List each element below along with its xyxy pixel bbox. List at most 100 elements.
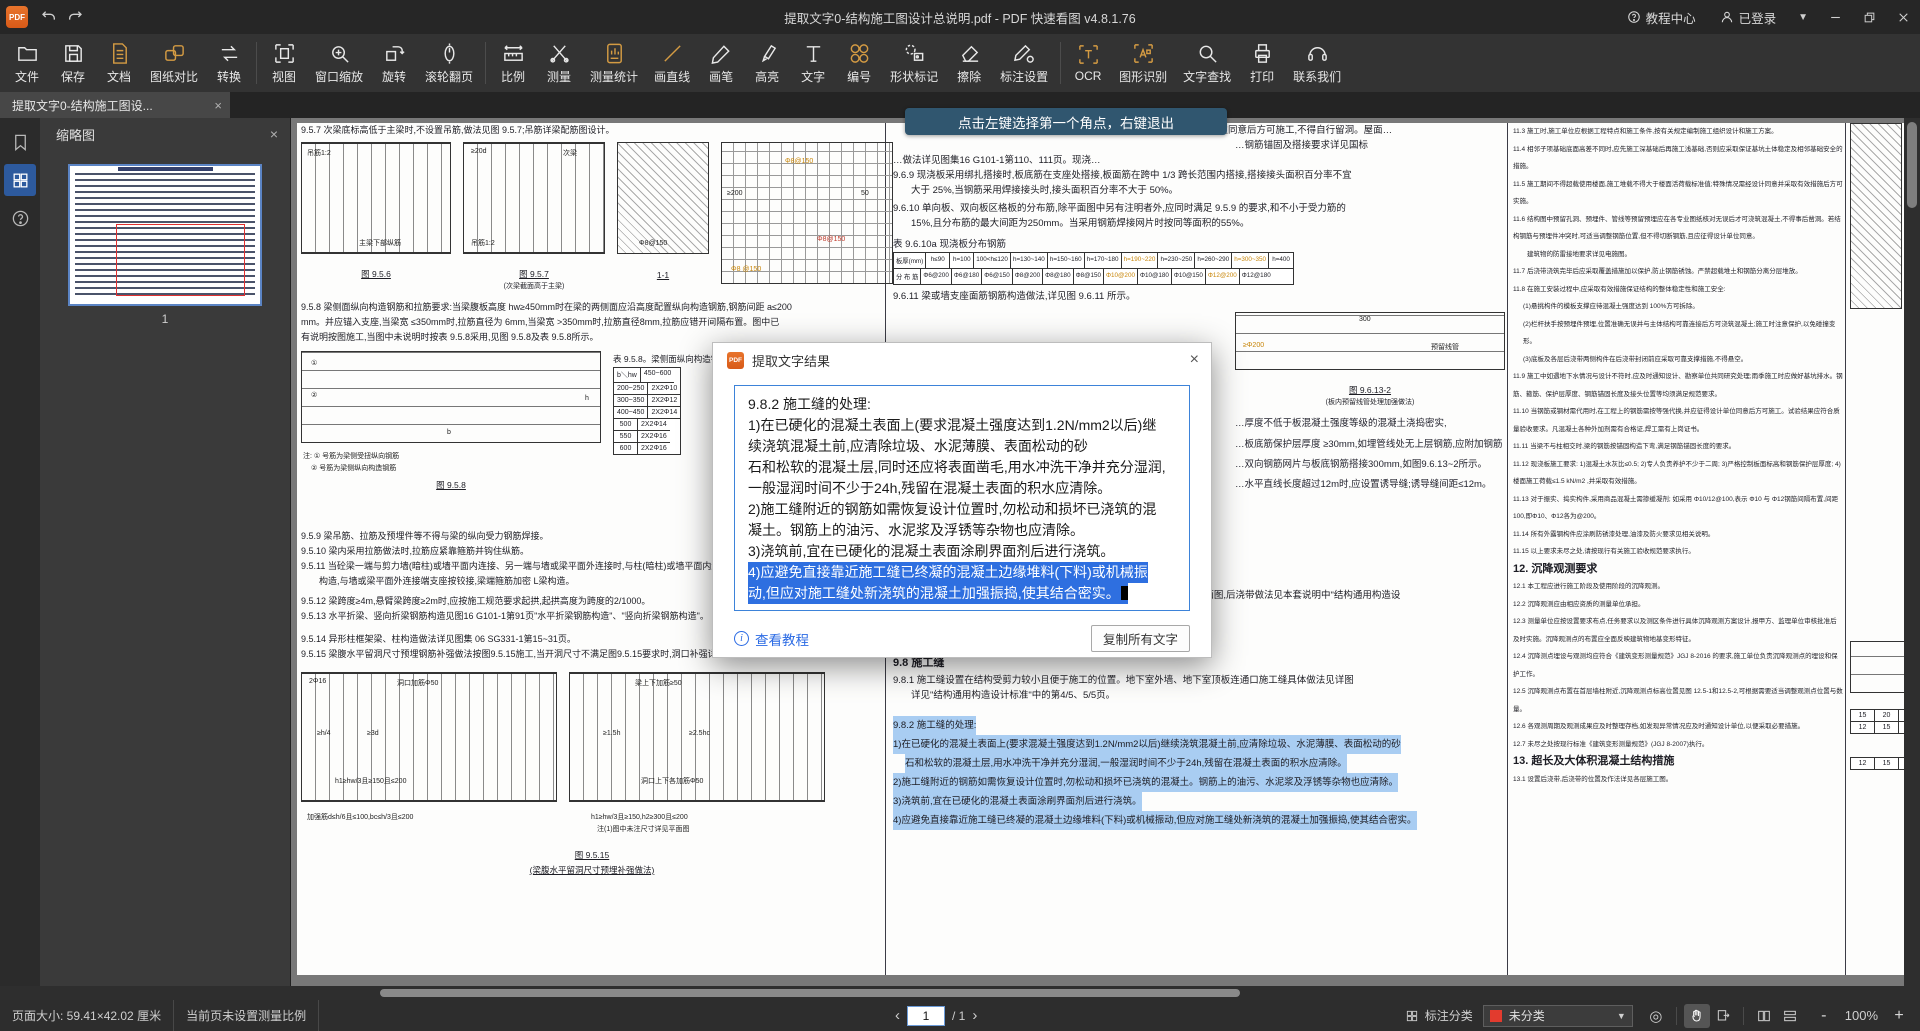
doc-line: (3)底板及各层后浇带两侧构件在后浇带封闭前应采取可靠支撑措施,不得悬空。 xyxy=(1523,351,1843,369)
window-zoom-button[interactable]: 窗口缩放 xyxy=(307,36,371,90)
doc-gap xyxy=(1850,734,1904,752)
view-button[interactable]: 视图 xyxy=(261,36,307,90)
text-search-button[interactable]: 文字查找 xyxy=(1175,36,1239,90)
vertical-scroll-thumb[interactable] xyxy=(1907,122,1917,208)
column-view-button[interactable] xyxy=(1751,1004,1777,1028)
table-cell: Φ8@200 xyxy=(1013,269,1043,284)
category-color-swatch xyxy=(1490,1010,1502,1022)
erase-button[interactable]: 擦除 xyxy=(946,36,992,90)
page-number-input[interactable] xyxy=(907,1006,945,1026)
doc-line: mm。并应锚入支座,当梁宽 ≤350mm时,拉筋直径为 6mm,当梁宽 >350… xyxy=(301,315,883,330)
table-row: 5002X2Φ14 xyxy=(614,419,680,431)
next-page-button[interactable]: › xyxy=(972,1007,977,1024)
zoom-in-button[interactable]: + xyxy=(1892,1007,1906,1025)
contact-us-button[interactable]: 联系我们 xyxy=(1285,36,1349,90)
menu-caret-icon[interactable]: ▼ xyxy=(1788,12,1818,23)
page-jump-tool-button[interactable] xyxy=(1710,1004,1736,1028)
figure-label: Φ8@150 xyxy=(639,240,667,247)
table-cell: 2X2Φ16 xyxy=(638,443,670,454)
convert-icon xyxy=(218,42,241,65)
status-bar: 页面大小: 59.41×42.02 厘米 当前页未设置测量比例 ‹ / 1 › … xyxy=(0,1000,1920,1031)
shape-mark-button[interactable]: 形状标记 xyxy=(882,36,946,90)
figure-label: 加强筋d≤h/6且≤100,bc≤h/3且≤200 xyxy=(307,812,413,822)
extracted-text-area[interactable]: 9.8.2 施工缝的处理:1)在已硬化的混凝土表面上(要求混凝土强度达到1.2N… xyxy=(734,385,1190,611)
table-cell: 300~350 xyxy=(614,395,648,407)
doc-line: …钢筋锚固及搭接要求详见国标 xyxy=(1235,138,1503,153)
draw-line-button[interactable]: 画直线 xyxy=(646,36,698,90)
copy-all-text-button[interactable]: 复制所有文字 xyxy=(1091,625,1190,652)
annotation-settings-button[interactable]: 标注设置 xyxy=(992,36,1056,90)
list-view-button[interactable] xyxy=(1777,1004,1803,1028)
user-icon xyxy=(1720,10,1734,24)
doc-line: 详见"结构通用构造设计标准"中的第4/5、5/5页。 xyxy=(911,688,1503,703)
table-cell: 500 xyxy=(614,419,638,431)
doc-line: 3)浇筑前,宜在已硬化的混凝土表面涂刷界面剂后进行浇筑。 xyxy=(893,792,1142,811)
statusbar-divider xyxy=(1676,1007,1677,1025)
doc-table-block: 152025121520 xyxy=(1850,709,1904,734)
help-center-button[interactable]: 教程中心 xyxy=(1615,0,1708,34)
measure-scale-status: 当前页未设置测量比例 xyxy=(174,1000,319,1031)
table-cell: h=100 xyxy=(950,253,974,269)
pen-button[interactable]: 画笔 xyxy=(698,36,744,90)
minimize-button[interactable] xyxy=(1818,0,1852,34)
title-bar: PDF 提取文字0-结构施工图设计总说明.pdf - PDF 快速看图 v4.8… xyxy=(0,0,1920,34)
table-cell: h=170~180 xyxy=(1085,253,1122,269)
annotation-category-dropdown[interactable]: 未分类 ▼ xyxy=(1483,1005,1633,1027)
print-button[interactable]: 打印 xyxy=(1239,36,1285,90)
shape-recognition-button[interactable]: 图形识别 xyxy=(1111,36,1175,90)
selection-hint-banner: 点击左键选择第一个角点，右键退出 xyxy=(905,108,1227,135)
highlight-button[interactable]: 高亮 xyxy=(744,36,790,90)
drawing-compare-button[interactable]: 图纸对比 xyxy=(142,36,206,90)
numbering-button[interactable]: 编号 xyxy=(836,36,882,90)
help-button[interactable] xyxy=(4,202,36,234)
panel-close-icon[interactable]: × xyxy=(270,126,278,142)
doc-line: 大于 25%,当钢筋采用焊接接头时,接头面积百分率不大于 50%。 xyxy=(911,183,1503,198)
horizontal-scrollbar[interactable] xyxy=(0,986,1920,1000)
bookmarks-button[interactable] xyxy=(4,126,36,158)
zoom-out-button[interactable]: - xyxy=(1817,1007,1831,1025)
close-button[interactable] xyxy=(1886,0,1920,34)
document-tab[interactable]: 提取文字0-结构施工图设... × xyxy=(0,92,230,118)
table-cell: 分 布 筋 xyxy=(894,269,921,284)
figure-label: Φ8 @150 xyxy=(731,266,761,273)
table-cell: h≤90 xyxy=(926,253,950,269)
page-thumbnail[interactable] xyxy=(68,164,262,306)
undo-icon[interactable] xyxy=(36,4,62,30)
extracted-text-line: 石和松软的混凝土层,同时还应将表面凿毛,用水冲洗干净并充分湿润, xyxy=(748,457,1176,478)
doc-line: 12.2 沉降观测应由相应资质的测量单位承担。 xyxy=(1513,596,1843,614)
annotation-category-button[interactable]: 标注分类 xyxy=(1405,1007,1473,1024)
document-button[interactable]: 文档 xyxy=(96,36,142,90)
dialog-title: 提取文字结果 xyxy=(752,351,830,370)
doc-line: 9.6.9 现浇板采用绑扎搭接时,板底筋在支座处搭接,板面筋在跨中 1/3 跨长… xyxy=(893,168,1503,183)
doc-line: 12.7 未尽之处按现行标准《建筑变形测量规范》(JGJ 8-2007)执行。 xyxy=(1513,736,1843,754)
figure-label: 注(1)图中未注尺寸详见平面图 xyxy=(597,824,690,834)
scroll-page-button[interactable]: 滚轮翻页 xyxy=(417,36,481,90)
target-tool-button[interactable]: ◎ xyxy=(1643,1004,1669,1028)
convert-button[interactable]: 转换 xyxy=(206,36,252,90)
file-button[interactable]: 文件 xyxy=(4,36,50,90)
doc-line: 表 9.6.10a 现浇板分布钢筋 xyxy=(893,237,1503,252)
thumbnails-button[interactable] xyxy=(4,164,36,196)
view-tutorial-link[interactable]: i 查看教程 xyxy=(734,629,809,649)
figure-label: 洞口加筋Φ50 xyxy=(397,678,438,688)
table-cell: Φ6@150 xyxy=(982,269,1012,284)
hand-tool-button[interactable] xyxy=(1684,1004,1710,1028)
thumbnail-selection-rect xyxy=(116,224,245,296)
measure-button[interactable]: 测量 xyxy=(536,36,582,90)
measure-stats-button[interactable]: 测量统计 xyxy=(582,36,646,90)
tab-close-icon[interactable]: × xyxy=(214,98,222,113)
doc-line: 15%,且分布筋的最大间距为250mm。当采用钢筋焊接网片时按同等面积的55%。 xyxy=(911,216,1503,231)
account-button[interactable]: 已登录 xyxy=(1708,0,1789,34)
dialog-titlebar[interactable]: PDF 提取文字结果 × xyxy=(713,343,1211,377)
save-button[interactable]: 保存 xyxy=(50,36,96,90)
dialog-close-icon[interactable]: × xyxy=(1190,351,1199,369)
redo-icon[interactable] xyxy=(62,4,88,30)
text-button[interactable]: 文字 xyxy=(790,36,836,90)
ocr-button[interactable]: OCR xyxy=(1065,36,1111,90)
rotate-button[interactable]: 旋转 xyxy=(371,36,417,90)
prev-page-button[interactable]: ‹ xyxy=(895,1007,900,1024)
scale-button[interactable]: 比例 xyxy=(490,36,536,90)
vertical-scrollbar[interactable] xyxy=(1904,118,1920,986)
restore-button[interactable] xyxy=(1852,0,1886,34)
horizontal-scroll-thumb[interactable] xyxy=(380,989,1240,997)
